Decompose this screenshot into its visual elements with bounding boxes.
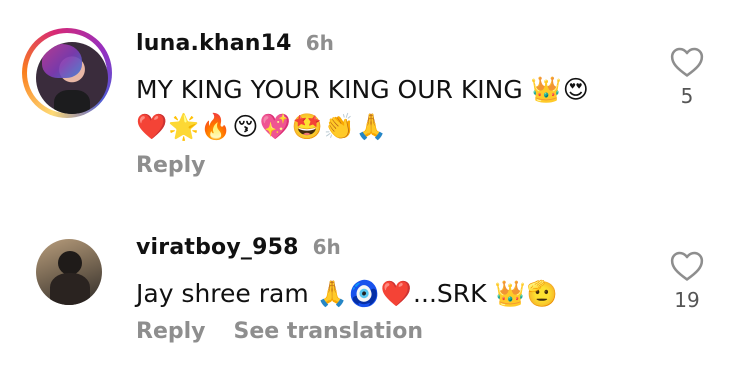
like-count: 19: [674, 288, 700, 312]
timestamp: 6h: [305, 31, 334, 55]
comment-header: viratboy_958 6h: [136, 235, 341, 260]
comment-text-line-2: ❤️🌟🔥😚💖🤩👏🙏: [136, 108, 656, 145]
comment-emoji: 🙏🧿❤️: [316, 279, 414, 308]
comment-actions: Reply: [136, 153, 206, 178]
comment-emoji-end: 👑🫡: [494, 279, 559, 308]
like-control[interactable]: 19: [657, 250, 717, 312]
reply-button[interactable]: Reply: [136, 319, 206, 344]
heart-outline-icon[interactable]: [670, 250, 704, 282]
comment-item: viratboy_958 6h Jay shree ram 🙏🧿❤️...SRK…: [0, 214, 750, 364]
reply-button[interactable]: Reply: [136, 153, 206, 178]
comment-text: MY KING YOUR KING OUR KING: [136, 75, 523, 104]
comment-item: luna.khan14 6h MY KING YOUR KING OUR KIN…: [0, 0, 750, 200]
avatar-ring-gap: [27, 33, 108, 114]
avatar[interactable]: [36, 239, 102, 305]
like-count: 5: [680, 84, 694, 108]
see-translation-button[interactable]: See translation: [234, 319, 424, 344]
comment-emoji: 👑😍: [530, 75, 590, 104]
comment-header: luna.khan14 6h: [136, 31, 334, 56]
comment-emoji-line: ❤️🌟🔥😚💖🤩👏🙏: [136, 112, 388, 141]
username[interactable]: luna.khan14: [136, 31, 292, 56]
comment-text: Jay shree ram: [136, 279, 309, 308]
timestamp: 6h: [312, 235, 341, 259]
avatar[interactable]: [36, 42, 108, 114]
comment-text-suffix: ...SRK: [413, 279, 487, 308]
comment-text-line: Jay shree ram 🙏🧿❤️...SRK 👑🫡: [136, 275, 656, 312]
comment-text-line-1: MY KING YOUR KING OUR KING 👑😍: [136, 71, 656, 108]
username[interactable]: viratboy_958: [136, 235, 299, 260]
like-control[interactable]: 5: [657, 46, 717, 108]
story-ring[interactable]: [22, 28, 112, 118]
comment-actions: Reply See translation: [136, 319, 423, 344]
heart-outline-icon[interactable]: [670, 46, 704, 78]
